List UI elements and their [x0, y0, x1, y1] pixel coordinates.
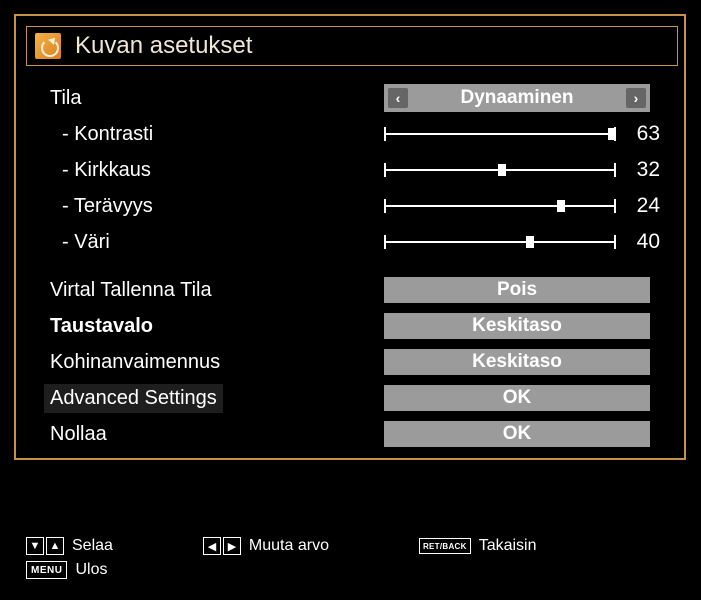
retback-key-icon: RET/BACK: [419, 538, 471, 554]
hint-exit: MENU Ulos: [26, 561, 107, 579]
chevron-left-icon[interactable]: ‹: [388, 88, 408, 108]
chevron-right-icon[interactable]: ›: [626, 88, 646, 108]
value-power-save[interactable]: Pois: [384, 277, 650, 303]
slider-thumb-sharpness[interactable]: [557, 200, 565, 212]
arrow-down-icon: ▼: [26, 537, 44, 555]
arrow-up-icon: ▲: [46, 537, 64, 555]
label-sharpness: - Terävyys: [44, 195, 384, 218]
label-noise-reduction: Kohinanvaimennus: [44, 351, 384, 374]
dialog-title: Kuvan asetukset: [75, 32, 252, 60]
value-noise-reduction[interactable]: Keskitaso: [384, 349, 650, 375]
slider-contrast[interactable]: [384, 120, 616, 148]
label-brightness: - Kirkkaus: [44, 159, 384, 182]
mode-value: Dynaaminen: [461, 87, 574, 109]
mode-selector[interactable]: ‹ Dynaaminen ›: [384, 84, 650, 112]
slider-thumb-contrast[interactable]: [608, 128, 616, 140]
footer-hints: ▼▲ Selaa ◀▶ Muuta arvo RET/BACK Takaisin…: [26, 534, 674, 582]
row-sharpness: - Terävyys 24: [44, 188, 674, 224]
hint-back-label: Takaisin: [479, 537, 537, 555]
label-power-save: Virtal Tallenna Tila: [44, 279, 384, 302]
menu-key-icon: MENU: [26, 561, 67, 579]
row-reset: Nollaa OK: [44, 416, 674, 452]
hint-change: ◀▶ Muuta arvo: [203, 537, 329, 555]
value-colour: 40: [616, 230, 662, 254]
slider-thumb-brightness[interactable]: [498, 164, 506, 176]
slider-colour[interactable]: [384, 228, 616, 256]
row-advanced-settings: Advanced Settings OK: [44, 380, 674, 416]
row-contrast: - Kontrasti 63: [44, 116, 674, 152]
value-advanced-settings[interactable]: OK: [384, 385, 650, 411]
settings-list: Tila ‹ Dynaaminen › - Kontrasti 63 - Kir…: [44, 80, 674, 452]
label-contrast: - Kontrasti: [44, 123, 384, 146]
label-backlight: Taustavalo: [44, 315, 384, 338]
picture-settings-icon: [35, 33, 61, 59]
arrow-right-icon: ▶: [223, 537, 241, 555]
value-reset[interactable]: OK: [384, 421, 650, 447]
hint-change-label: Muuta arvo: [249, 537, 329, 555]
label-mode: Tila: [44, 87, 384, 110]
title-bar: Kuvan asetukset: [26, 26, 678, 66]
slider-brightness[interactable]: [384, 156, 616, 184]
hint-scroll: ▼▲ Selaa: [26, 537, 113, 555]
value-brightness: 32: [616, 158, 662, 182]
row-power-save: Virtal Tallenna Tila Pois: [44, 272, 674, 308]
hint-exit-label: Ulos: [75, 561, 107, 579]
label-colour: - Väri: [44, 231, 384, 254]
row-colour: - Väri 40: [44, 224, 674, 260]
hint-back: RET/BACK Takaisin: [419, 537, 537, 555]
label-advanced-settings: Advanced Settings: [44, 384, 223, 413]
slider-thumb-colour[interactable]: [526, 236, 534, 248]
settings-dialog: Kuvan asetukset Tila ‹ Dynaaminen › - Ko…: [14, 14, 686, 460]
row-noise-reduction: Kohinanvaimennus Keskitaso: [44, 344, 674, 380]
value-backlight[interactable]: Keskitaso: [384, 313, 650, 339]
row-backlight: Taustavalo Keskitaso: [44, 308, 674, 344]
slider-sharpness[interactable]: [384, 192, 616, 220]
row-mode: Tila ‹ Dynaaminen ›: [44, 80, 674, 116]
value-contrast: 63: [616, 122, 662, 146]
hint-scroll-label: Selaa: [72, 537, 113, 555]
arrow-left-icon: ◀: [203, 537, 221, 555]
label-reset: Nollaa: [44, 423, 384, 446]
value-sharpness: 24: [616, 194, 662, 218]
row-brightness: - Kirkkaus 32: [44, 152, 674, 188]
